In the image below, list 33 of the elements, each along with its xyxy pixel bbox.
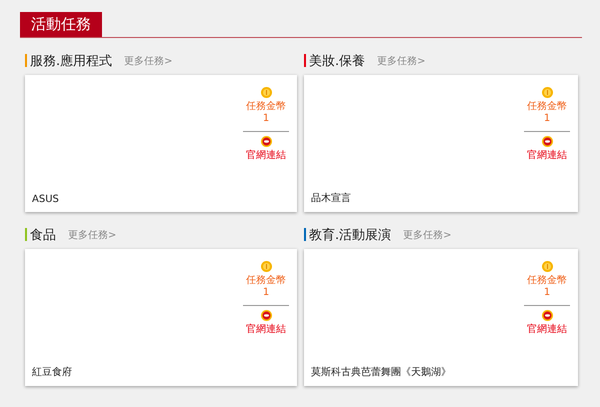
reward-label: 任務金幣: [527, 275, 567, 287]
coin-icon: [542, 87, 552, 98]
more-tasks-link[interactable]: 更多任務>: [403, 228, 452, 242]
go-icon[interactable]: [542, 310, 552, 321]
reward-amount: 1: [262, 113, 270, 125]
website-link[interactable]: 官網連結: [527, 150, 567, 162]
more-tasks-link[interactable]: 更多任務>: [124, 54, 173, 68]
brand-name: 品木宣言: [311, 192, 351, 205]
go-icon[interactable]: [260, 136, 272, 147]
brand-name: 紅豆食府: [32, 366, 72, 379]
go-icon[interactable]: [542, 136, 552, 147]
coin-icon: [542, 261, 552, 272]
reward-amount: 1: [544, 287, 550, 299]
category-title: 食品: [30, 226, 56, 244]
brand-name: ASUS: [32, 194, 59, 205]
category-title: 教育.活動展演: [309, 226, 392, 244]
website-link[interactable]: 官網連結: [527, 324, 567, 336]
more-tasks-link[interactable]: 更多任務>: [68, 228, 116, 242]
category-title: 美妝.保養: [309, 52, 366, 70]
website-link[interactable]: 官網連結: [246, 150, 286, 162]
section-tab[interactable]: 活動任務: [20, 12, 102, 37]
reward-amount: 1: [262, 287, 270, 299]
coin-icon: [260, 261, 272, 272]
reward-label: 任務金幣: [246, 275, 286, 287]
brand-name: 莫斯科古典芭蕾舞團《天鵝湖》: [311, 366, 451, 379]
category-title: 服務.應用程式: [30, 52, 112, 70]
reward-label: 任務金幣: [246, 101, 286, 113]
website-link[interactable]: 官網連結: [246, 324, 286, 336]
coin-icon: [260, 87, 272, 98]
go-icon[interactable]: [260, 310, 272, 321]
reward-label: 任務金幣: [527, 101, 567, 113]
reward-amount: 1: [544, 113, 550, 125]
more-tasks-link[interactable]: 更多任務>: [377, 54, 426, 68]
